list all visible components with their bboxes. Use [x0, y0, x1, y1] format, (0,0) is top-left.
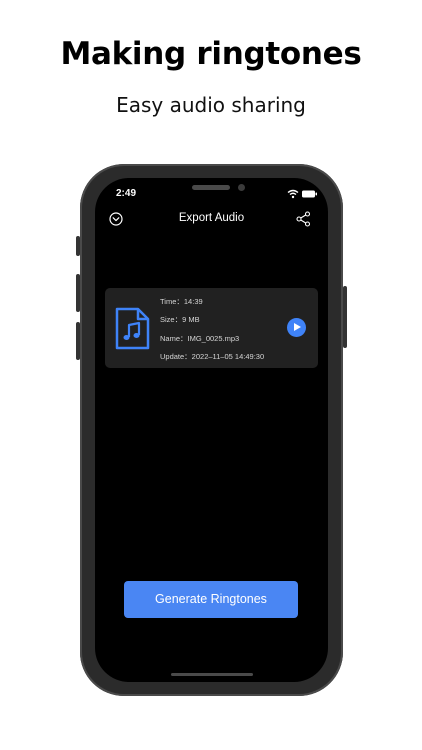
file-name: Name：IMG_0025.mp3	[160, 334, 240, 343]
promo-subheadline: Easy audio sharing	[116, 93, 306, 117]
phone-camera	[238, 184, 245, 191]
file-update: Update：2022–11–05 14:49:30	[160, 352, 265, 361]
file-size: Size：9 MB	[160, 315, 200, 324]
phone-screen: 2:49 Export Audio Time：14:39 Size：9 MB N…	[95, 178, 328, 682]
music-file-icon	[115, 307, 150, 350]
status-time: 2:49	[116, 188, 137, 199]
promo-page: Making ringtones Easy audio sharing 2:49…	[0, 0, 422, 750]
audio-file-card[interactable]: Time：14:39 Size：9 MB Name：IMG_0025.mp3 U…	[105, 288, 318, 368]
file-time: Time：14:39	[160, 297, 203, 306]
page-title: Export Audio	[178, 212, 245, 224]
play-button[interactable]	[287, 318, 306, 337]
battery-icon	[302, 190, 317, 198]
phone-power-button	[343, 286, 347, 348]
generate-ringtones-button[interactable]: Generate Ringtones	[124, 581, 298, 618]
home-indicator	[171, 673, 253, 676]
phone-speaker	[192, 185, 230, 190]
promo-headline: Making ringtones	[60, 36, 362, 72]
share-icon[interactable]	[296, 211, 311, 227]
wifi-icon	[287, 189, 299, 199]
status-icons	[287, 189, 317, 199]
